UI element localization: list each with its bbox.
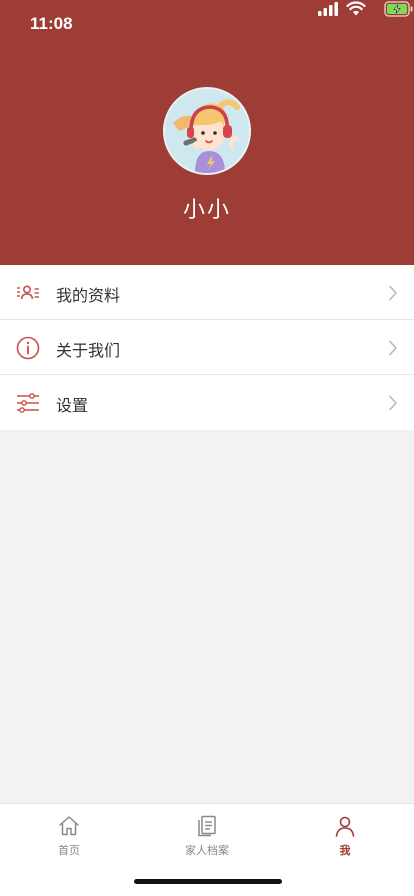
profile-card-icon — [17, 285, 39, 300]
username: 小小 — [182, 198, 231, 223]
info-icon — [16, 336, 40, 360]
status-bar: 11:08 — [0, 0, 414, 50]
documents-icon — [198, 815, 216, 837]
tab-label: 家人档案 — [185, 844, 229, 857]
signal-icon — [318, 2, 338, 16]
battery-charging-icon — [384, 1, 413, 17]
menu-item-label: 关于我们 — [56, 341, 121, 360]
avatar[interactable] — [163, 87, 251, 175]
menu-item-label: 设置 — [56, 396, 89, 415]
home-indicator[interactable] — [134, 879, 282, 884]
menu-item-my-profile[interactable]: 我的资料 — [0, 265, 414, 320]
tab-family-records[interactable]: 家人档案 — [138, 814, 276, 864]
tab-label: 我 — [339, 844, 351, 857]
avatar-illustration — [165, 89, 249, 173]
menu-item-settings[interactable]: 设置 — [0, 375, 414, 430]
wifi-icon — [346, 1, 366, 16]
menu-item-label: 我的资料 — [56, 286, 121, 305]
chevron-right-icon — [389, 285, 397, 301]
menu-list: 我的资料 关于我们 设置 — [0, 265, 414, 430]
menu-item-about-us[interactable]: 关于我们 — [0, 320, 414, 375]
tab-home[interactable]: 首页 — [0, 814, 138, 864]
tab-label: 首页 — [58, 844, 80, 857]
chevron-right-icon — [389, 395, 397, 411]
sliders-icon — [17, 393, 39, 413]
status-time: 11:08 — [30, 14, 73, 33]
profile-header: 11:08 小小 — [0, 0, 414, 265]
person-icon — [335, 816, 355, 837]
home-icon — [59, 816, 79, 836]
chevron-right-icon — [389, 340, 397, 356]
tab-me[interactable]: 我 — [276, 814, 414, 864]
